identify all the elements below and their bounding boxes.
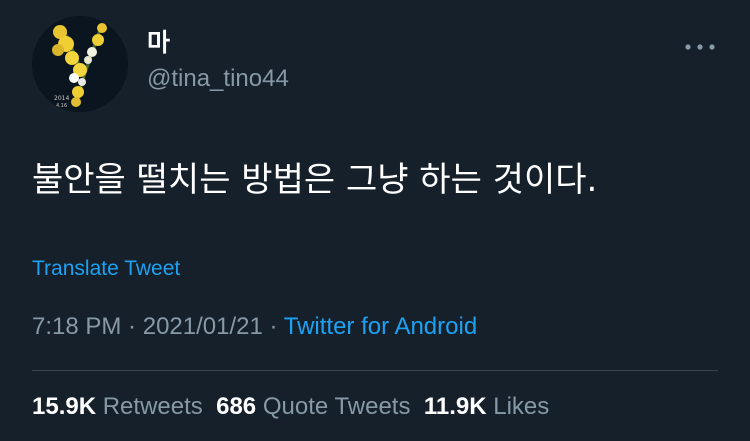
divider: [32, 370, 718, 371]
likes-stat[interactable]: 11.9K Likes: [424, 393, 549, 420]
tweet-source-link[interactable]: Twitter for Android: [284, 313, 477, 340]
svg-text:4.16: 4.16: [56, 103, 67, 109]
display-name[interactable]: 마: [147, 28, 170, 58]
retweets-stat[interactable]: 15.9K Retweets: [32, 393, 203, 420]
tweet-date[interactable]: 2021/01/21: [143, 313, 263, 340]
likes-count: 11.9K: [423, 393, 487, 420]
tweet-time[interactable]: 7:18 PM: [32, 313, 121, 340]
avatar-image: 2014 4.16: [32, 16, 128, 112]
likes-label: Likes: [493, 393, 550, 420]
meta-separator: ·: [262, 313, 284, 340]
user-handle[interactable]: @tina_tino44: [147, 64, 289, 94]
quote-tweets-count: 686: [216, 393, 257, 420]
quote-tweets-stat[interactable]: 686 Quote Tweets: [216, 393, 410, 420]
tweet-text: 불안을 떨치는 방법은 그냥 하는 것이다.: [32, 160, 598, 200]
translate-tweet-link[interactable]: Translate Tweet: [32, 255, 180, 283]
tweet-meta: 7:18 PM · 2021/01/21 · Twitter for Andro…: [32, 311, 477, 343]
meta-separator: ·: [121, 313, 143, 340]
avatar[interactable]: 2014 4.16: [32, 16, 128, 112]
retweets-count: 15.9K: [32, 393, 97, 420]
quote-tweets-label: Quote Tweets: [262, 393, 411, 420]
more-horizontal-icon[interactable]: [684, 40, 716, 54]
svg-text:2014: 2014: [54, 95, 69, 102]
retweets-label: Retweets: [102, 393, 203, 420]
tweet-stats: 15.9K Retweets 686 Quote Tweets 11.9K Li…: [32, 391, 549, 423]
